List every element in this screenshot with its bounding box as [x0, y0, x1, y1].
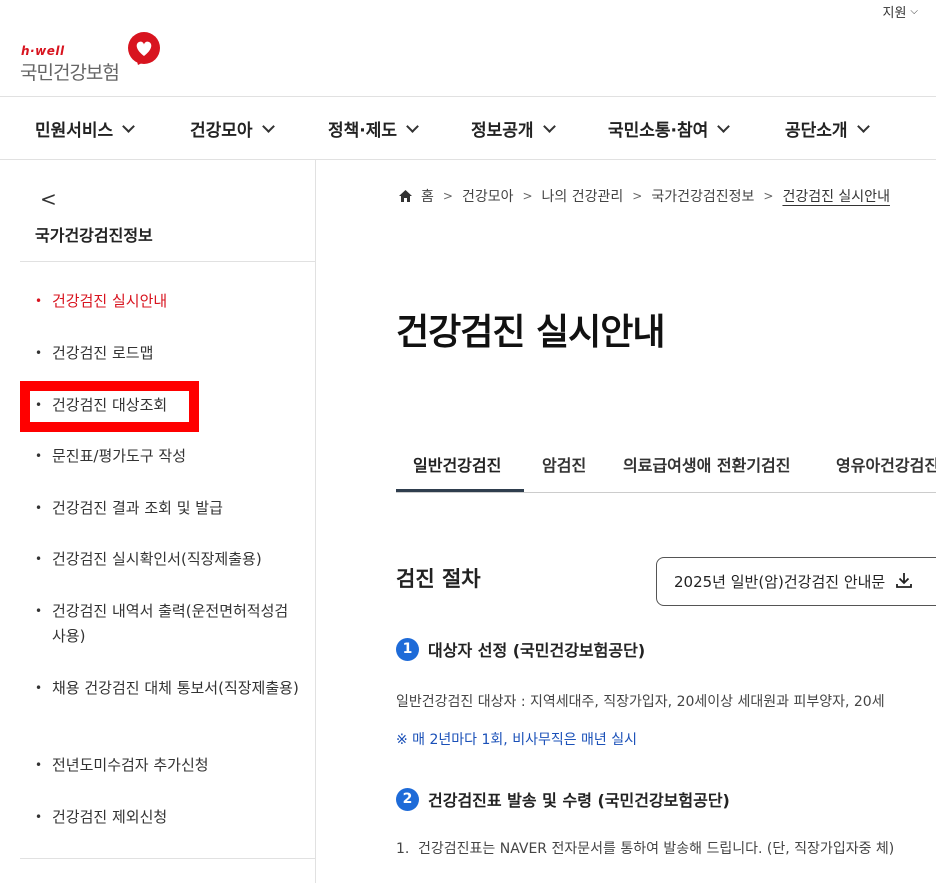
sidebar-item-additional-request[interactable]: •전년도미수검자 추가신청 — [35, 753, 300, 778]
sidebar-divider — [20, 261, 316, 262]
gnb-item-about[interactable]: 공단소개 — [785, 116, 868, 141]
breadcrumb-item[interactable]: 건강모아 — [462, 186, 514, 206]
bullet: • — [35, 753, 42, 778]
support-label: 지원 — [882, 2, 906, 21]
back-button[interactable]: < — [40, 187, 57, 211]
chevron-down-icon — [717, 120, 730, 133]
gnb-label: 민원서비스 — [35, 116, 113, 141]
gnb-label: 국민소통·참여 — [608, 116, 708, 141]
bullet: • — [35, 805, 42, 830]
sidebar-item-label: 건강검진 제외신청 — [35, 805, 300, 830]
sidebar-divider — [20, 858, 316, 859]
chevron-down-icon — [543, 120, 556, 133]
step-1-heading: 1 대상자 선정 (국민건강보험공단) — [396, 637, 645, 661]
step-1-description: 일반건강검진 대상자 : 지역세대주, 직장가입자, 20세이상 세대원과 피부… — [396, 691, 885, 711]
chevron-down-icon — [122, 120, 135, 133]
sidebar-item-exclusion[interactable]: •건강검진 제외신청 — [35, 805, 300, 830]
gnb-item-health-moa[interactable]: 건강모아 — [190, 116, 273, 141]
download-icon — [895, 571, 913, 589]
sidebar-item-history-print[interactable]: •건강검진 내역서 출력(운전면허적성검사용) — [35, 599, 300, 649]
step-number-badge: 2 — [396, 788, 419, 811]
bullet: • — [35, 289, 42, 314]
gnb-item-civil-service[interactable]: 민원서비스 — [35, 116, 133, 141]
sidebar: < 국가건강검진정보 •건강검진 실시안내 •건강검진 로드맵 •건강검진 대상… — [0, 160, 316, 883]
tab-medical-aid-checkup[interactable]: 의료급여생애 전환기검진 — [623, 452, 791, 476]
sidebar-item-label: 건강검진 실시확인서(직장제출용) — [35, 547, 300, 572]
list-number: 1. — [396, 837, 409, 861]
gnb-label: 정책·제도 — [328, 116, 397, 141]
gnb-label: 공단소개 — [785, 116, 848, 141]
home-icon — [399, 190, 412, 202]
chevron-down-icon — [406, 120, 419, 133]
tab-infant-checkup[interactable]: 영유아건강검진 — [836, 452, 936, 476]
sidebar-item-label: 전년도미수검자 추가신청 — [35, 753, 300, 778]
breadcrumb-current[interactable]: 건강검진 실시안내 — [782, 186, 890, 206]
sidebar-item-questionnaire[interactable]: •문진표/평가도구 작성 — [35, 444, 300, 469]
logo-tagline: h·well — [21, 44, 65, 58]
bullet: • — [35, 547, 42, 572]
breadcrumb-home[interactable]: 홈 — [421, 186, 434, 206]
gnb-label: 건강모아 — [190, 116, 253, 141]
page-title: 건강검진 실시안내 — [396, 303, 665, 355]
sidebar-item-label: 채용 건강검진 대체 통보서(직장제출용) — [35, 676, 300, 701]
chevron-down-icon — [262, 120, 275, 133]
gnb-label: 정보공개 — [471, 116, 534, 141]
logo[interactable]: h·well 국민건강보험 — [20, 30, 170, 82]
chevron-right-icon: > — [522, 189, 532, 203]
sidebar-item-label: 건강검진 결과 조회 및 발급 — [35, 496, 300, 521]
step-title: 건강검진표 발송 및 수령 (국민건강보험공단) — [428, 787, 730, 811]
tab-bar: 일반건강검진 암검진 의료급여생애 전환기검진 영유아건강검진 — [396, 437, 936, 493]
sidebar-item-label: 문진표/평가도구 작성 — [35, 444, 300, 469]
bullet: • — [35, 496, 42, 521]
gnb-item-policy[interactable]: 정책·제도 — [328, 116, 417, 141]
chevron-down-icon — [857, 120, 870, 133]
section-title: 검진 절차 — [396, 563, 481, 593]
bullet: • — [35, 599, 42, 624]
chevron-right-icon: > — [443, 189, 453, 203]
sidebar-item-roadmap[interactable]: •건강검진 로드맵 — [35, 341, 300, 366]
sidebar-item-label: 건강검진 내역서 출력(운전면허적성검사용) — [35, 599, 300, 649]
sidebar-item-results[interactable]: •건강검진 결과 조회 및 발급 — [35, 496, 300, 521]
gnb-item-disclosure[interactable]: 정보공개 — [471, 116, 554, 141]
step-title: 대상자 선정 (국민건강보험공단) — [428, 637, 645, 661]
bullet: • — [35, 676, 42, 701]
download-guide-label: 2025년 일반(암)건강검진 안내문 — [674, 571, 885, 605]
sidebar-item-confirmation[interactable]: •건강검진 실시확인서(직장제출용) — [35, 547, 300, 572]
sidebar-item-label: 건강검진 실시안내 — [35, 289, 300, 314]
support-menu[interactable]: 지원 ⌵ — [882, 2, 918, 21]
download-guide-button[interactable]: 2025년 일반(암)건강검진 안내문 — [656, 557, 936, 606]
step-2-list-item: 1. 건강검진표는 NAVER 전자문서를 통하여 발송해 드립니다. (단, … — [396, 837, 936, 861]
chevron-down-icon: ⌵ — [910, 6, 918, 17]
gnb-item-communication[interactable]: 국민소통·참여 — [608, 116, 728, 141]
bullet: • — [35, 444, 42, 469]
tab-cancer-checkup[interactable]: 암검진 — [542, 452, 586, 476]
bullet: • — [35, 341, 42, 366]
sidebar-title: 국가건강검진정보 — [35, 222, 153, 246]
breadcrumb: 홈 > 건강모아 > 나의 건강관리 > 국가건강검진정보 > 건강검진 실시안… — [399, 186, 890, 206]
breadcrumb-item[interactable]: 나의 건강관리 — [542, 186, 624, 206]
step-2-heading: 2 건강검진표 발송 및 수령 (국민건강보험공단) — [396, 787, 730, 811]
active-tab-indicator — [396, 489, 524, 493]
chevron-right-icon: > — [632, 189, 642, 203]
list-text: 건강검진표는 NAVER 전자문서를 통하여 발송해 드립니다. (단, 직장가… — [396, 837, 936, 861]
sidebar-item-employment-notice[interactable]: •채용 건강검진 대체 통보서(직장제출용) — [35, 676, 300, 701]
step-number-badge: 1 — [396, 638, 419, 661]
sidebar-item-label: 건강검진 로드맵 — [35, 341, 300, 366]
heart-logo-icon — [126, 31, 162, 69]
highlight-box — [20, 381, 199, 432]
global-navigation: 민원서비스 건강모아 정책·제도 정보공개 국민소통·참여 공단소개 — [0, 96, 936, 160]
sidebar-item-checkup-guide[interactable]: •건강검진 실시안내 — [35, 289, 300, 314]
chevron-right-icon: > — [763, 189, 773, 203]
tab-general-checkup[interactable]: 일반건강검진 — [413, 452, 501, 476]
breadcrumb-item[interactable]: 국가건강검진정보 — [651, 186, 754, 206]
logo-name: 국민건강보험 — [20, 58, 119, 85]
step-1-note: ※ 매 2년마다 1회, 비사무직은 매년 실시 — [396, 729, 637, 749]
